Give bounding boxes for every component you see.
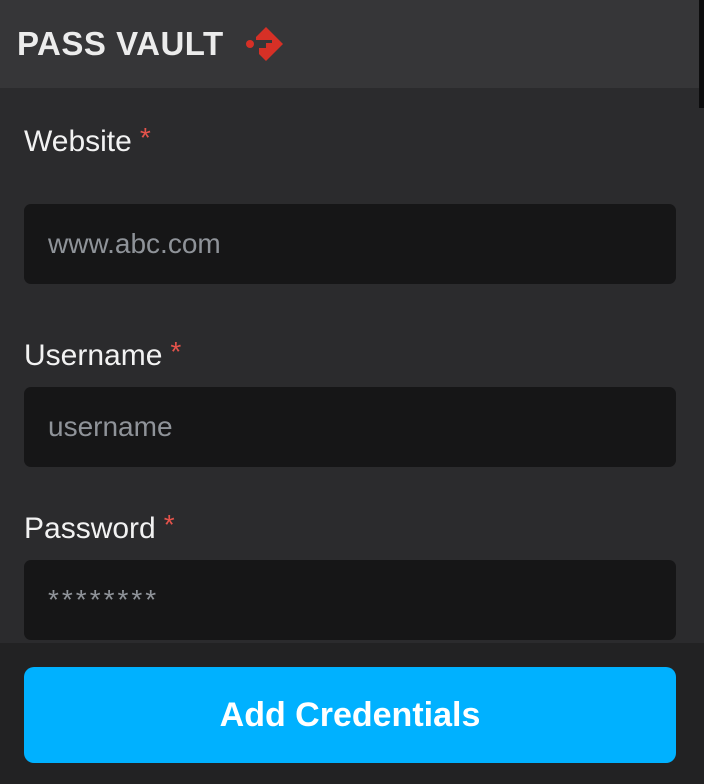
footer-bar: Add Credentials	[0, 643, 704, 784]
username-label-text: Username	[24, 339, 163, 372]
header-bar: PASS VAULT	[0, 0, 699, 88]
username-input[interactable]	[24, 387, 676, 467]
username-label: Username *	[24, 337, 676, 375]
app-title: PASS VAULT	[17, 25, 224, 62]
website-input[interactable]	[24, 204, 676, 284]
window-edge	[699, 0, 704, 108]
password-input[interactable]	[24, 560, 676, 640]
password-label-text: Password	[24, 512, 156, 545]
pass-vault-window: PASS VAULT Website* Username* Password*	[0, 0, 704, 784]
website-label: Website *	[24, 123, 676, 161]
key-diamond-icon	[244, 25, 286, 63]
password-label: Password *	[24, 510, 676, 548]
credentials-form: Website* Username* Password*	[24, 88, 676, 640]
add-credentials-button[interactable]: Add Credentials	[24, 667, 676, 763]
required-mark: *	[163, 509, 175, 540]
required-mark: *	[170, 336, 182, 367]
required-mark: *	[139, 122, 151, 153]
website-label-text: Website	[24, 125, 132, 158]
